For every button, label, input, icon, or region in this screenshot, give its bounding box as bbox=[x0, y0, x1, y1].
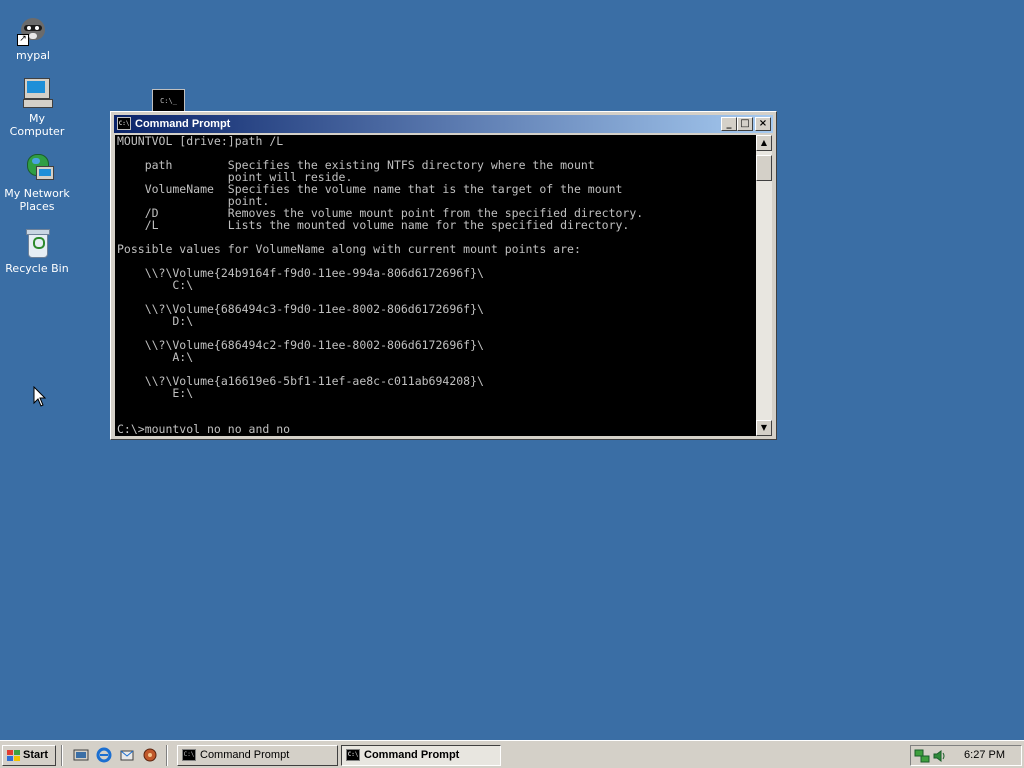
my-computer-icon bbox=[21, 77, 53, 109]
scroll-thumb[interactable] bbox=[756, 155, 772, 181]
command-prompt-window: C:\ Command Prompt _ □ × MOUNTVOL [drive… bbox=[110, 111, 777, 440]
task-label: Command Prompt bbox=[200, 749, 290, 761]
console-thumbnail[interactable]: C:\_ bbox=[152, 89, 185, 113]
task-button-command-prompt[interactable]: C:\ Command Prompt bbox=[177, 745, 338, 766]
console-line: E:\ bbox=[117, 386, 194, 400]
window-titlebar[interactable]: C:\ Command Prompt _ □ × bbox=[114, 115, 773, 133]
taskbar-clock[interactable]: 6:27 PM bbox=[964, 746, 1005, 765]
scroll-down-button[interactable]: ▼ bbox=[756, 420, 772, 436]
scroll-up-button[interactable]: ▲ bbox=[756, 135, 772, 151]
console-line: /L Lists the mounted volume name for the… bbox=[117, 218, 630, 232]
console-line: \\?\Volume{686494c3-f9d0-11ee-8002-806d6… bbox=[117, 302, 484, 316]
internet-explorer-icon[interactable] bbox=[95, 747, 113, 765]
desktop-icon-my-computer[interactable]: My Computer bbox=[0, 77, 74, 138]
start-label: Start bbox=[23, 749, 49, 761]
console-line: C:\ bbox=[117, 278, 194, 292]
console-icon: C:\ bbox=[346, 749, 360, 761]
task-label: Command Prompt bbox=[364, 749, 460, 761]
console-icon: C:\ bbox=[117, 117, 131, 130]
outlook-express-icon[interactable] bbox=[118, 747, 136, 765]
console-line: Possible values for VolumeName along wit… bbox=[117, 242, 581, 256]
console-line: C:\>mountvol no no and no bbox=[117, 422, 291, 436]
recycle-bin-icon bbox=[21, 227, 53, 259]
console-output[interactable]: MOUNTVOL [drive:]path /L path Specifies … bbox=[115, 135, 756, 436]
windows-flag-icon bbox=[7, 750, 21, 761]
media-player-icon[interactable] bbox=[141, 747, 159, 765]
desktop-icon-label: My Network Places bbox=[4, 187, 70, 213]
desktop-icon-label: Recycle Bin bbox=[5, 262, 69, 275]
show-desktop-icon[interactable] bbox=[72, 747, 90, 765]
minimize-button[interactable]: _ bbox=[721, 117, 737, 131]
console-line: MOUNTVOL [drive:]path /L bbox=[117, 135, 284, 148]
console-line: \\?\Volume{686494c2-f9d0-11ee-8002-806d6… bbox=[117, 338, 484, 352]
desktop: ↗ mypal My Computer My Network Places Re… bbox=[0, 0, 1024, 740]
vertical-scrollbar[interactable]: ▲ ▼ bbox=[756, 135, 772, 436]
console-icon: C:\ bbox=[182, 749, 196, 761]
task-button-command-prompt-active[interactable]: C:\ Command Prompt bbox=[341, 745, 501, 766]
desktop-icon-mypal[interactable]: ↗ mypal bbox=[0, 14, 70, 62]
console-line: A:\ bbox=[117, 350, 194, 364]
maximize-button[interactable]: □ bbox=[737, 117, 753, 131]
desktop-icon-label: My Computer bbox=[9, 112, 65, 138]
close-button[interactable]: × bbox=[755, 117, 771, 131]
network-places-icon bbox=[21, 152, 54, 184]
desktop-icon-recycle-bin[interactable]: Recycle Bin bbox=[0, 227, 74, 275]
taskbar-separator bbox=[61, 745, 63, 766]
start-button[interactable]: Start bbox=[2, 745, 56, 766]
system-tray: 6:27 PM bbox=[910, 745, 1022, 766]
mypal-icon: ↗ bbox=[17, 14, 49, 46]
volume-tray-icon[interactable] bbox=[932, 748, 948, 764]
network-tray-icon[interactable] bbox=[914, 748, 930, 764]
console-line: D:\ bbox=[117, 314, 194, 328]
desktop-icon-network-places[interactable]: My Network Places bbox=[0, 152, 74, 213]
mouse-cursor-icon bbox=[33, 386, 47, 407]
taskbar-separator bbox=[166, 745, 168, 766]
console-line: \\?\Volume{24b9164f-f9d0-11ee-994a-806d6… bbox=[117, 266, 484, 280]
window-title: Command Prompt bbox=[135, 118, 231, 130]
console-line: \\?\Volume{a16619e6-5bf1-11ef-ae8c-c011a… bbox=[117, 374, 484, 388]
taskbar: Start C:\ Command Prompt C:\ Command Pro… bbox=[0, 740, 1024, 768]
desktop-icon-label: mypal bbox=[15, 49, 50, 62]
